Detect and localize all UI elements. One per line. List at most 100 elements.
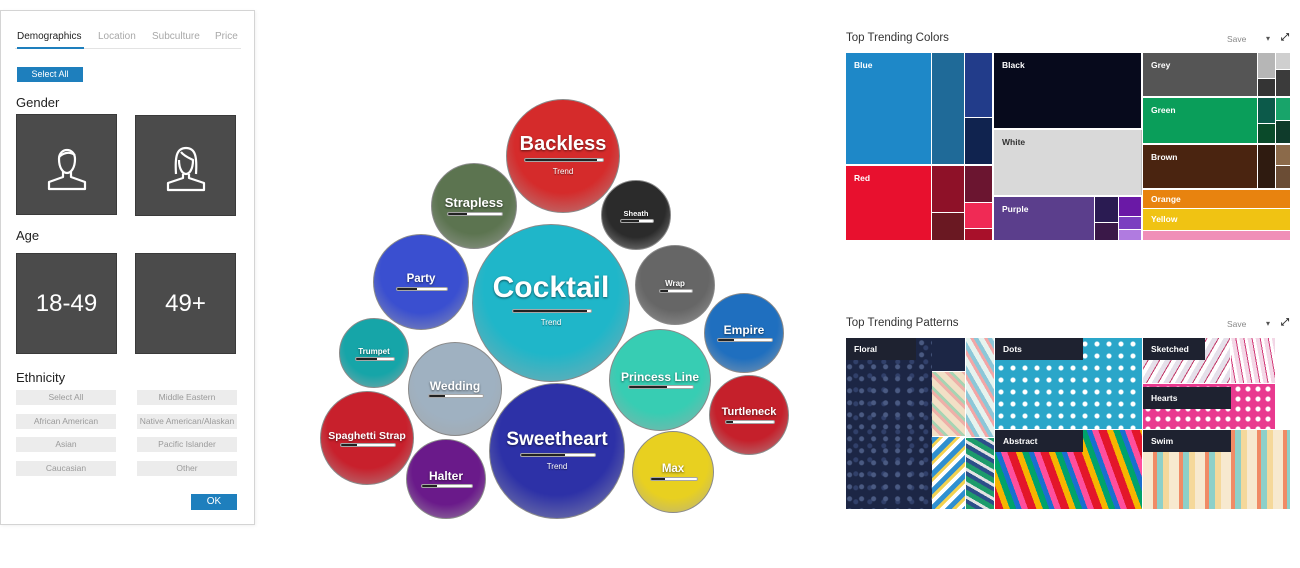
color-swatch [1119,217,1141,229]
color-swatch [965,53,992,117]
ethnicity-option[interactable]: Asian [16,437,116,452]
ok-button[interactable]: OK [191,494,237,510]
bubble-backless[interactable]: Backless Trend [506,99,620,213]
bubble-halter[interactable]: Halter [406,439,486,519]
age-option-18-49[interactable]: 18-49 [16,253,117,354]
bubble-cocktail[interactable]: Cocktail Trend [472,224,630,382]
trend-bar [650,477,698,482]
bubble-sublabel: Trend [546,461,568,471]
color-label: Blue [854,60,873,70]
ethnicity-title: Ethnicity [16,370,66,385]
pattern-swatch [966,438,994,509]
color-swatch [1095,197,1118,222]
gender-male-option[interactable] [16,114,117,215]
gender-title: Gender [16,95,60,110]
expand-icon[interactable]: ⤢ [1281,317,1289,328]
bubble-party[interactable]: Party [373,234,469,330]
color-swatch [932,53,964,164]
color-cell-grey[interactable]: Grey [1143,53,1257,96]
ethnicity-option[interactable]: Pacific Islander [137,437,237,452]
pattern-cell-hearts[interactable]: Hearts [1143,384,1275,429]
color-swatch [1258,145,1275,188]
ethnicity-option[interactable]: Native American/Alaskan [137,414,237,429]
chevron-down-icon[interactable]: ▾ [1266,34,1270,43]
pattern-label: Hearts [1143,387,1231,409]
color-swatch [1141,130,1142,195]
ethnicity-option[interactable]: Select All [16,390,116,405]
color-swatch [1258,124,1275,143]
trend-bar [524,158,604,162]
color-label: Red [854,173,871,183]
bubble-strapless[interactable]: Strapless [431,163,517,249]
bubble-max[interactable]: Max [632,431,714,513]
trend-bar-fill [341,443,358,446]
bubble-wrap[interactable]: Wrap [635,245,715,325]
pattern-cell-dots[interactable]: Dots [995,338,1142,429]
color-swatch [1258,53,1275,78]
color-cell-purple[interactable]: Purple [994,197,1094,240]
chevron-down-icon[interactable]: ▾ [1266,319,1270,328]
color-cell-black[interactable]: Black [994,53,1141,128]
trend-bar [725,419,775,424]
color-cell-yellow[interactable]: Yellow [1143,209,1290,230]
trend-bar-fill [422,485,437,488]
color-cell-green[interactable]: Green [1143,98,1257,143]
bubble-label: Princess Line [620,370,700,385]
pattern-cell-sketched[interactable]: Sketched [1143,338,1230,383]
ethnicity-option[interactable]: African American [16,414,116,429]
tab-price[interactable]: Price [215,31,238,42]
pattern-label: Dots [995,338,1083,360]
color-swatch [1276,98,1290,120]
trend-bar [428,394,484,399]
color-label: Brown [1151,152,1178,162]
trend-bar-fill [651,478,665,481]
pattern-cell-swim[interactable]: Swim [1143,430,1290,509]
trend-bar-fill [726,420,734,423]
color-swatch [1258,79,1275,96]
expand-icon[interactable]: ⤢ [1281,32,1289,43]
color-swatch [965,118,992,164]
tab-subculture[interactable]: Subculture [152,31,200,42]
active-tab-indicator [17,47,84,49]
bubble-label: Turtleneck [721,406,777,419]
bubble-trumpet[interactable]: Trumpet [339,318,409,388]
bubble-turtleneck[interactable]: Turtleneck [709,375,789,455]
color-swatch [1276,53,1290,69]
bubble-spaghetti-strap[interactable]: Spaghetti Strap [320,391,414,485]
bubble-label: Wrap [665,278,685,288]
ethnicity-option[interactable]: Middle Eastern [137,390,237,405]
bubble-wedding[interactable]: Wedding [408,342,502,436]
trend-bar [447,211,503,216]
pattern-label: Floral [846,338,916,360]
color-cell-blue[interactable]: Blue [846,53,931,164]
ethnicity-option[interactable]: Other [137,461,237,476]
tab-demographics[interactable]: Demographics [17,31,81,42]
color-cell-white[interactable]: White [994,130,1141,195]
female-icon [166,146,205,191]
color-cell-brown[interactable]: Brown [1143,145,1257,188]
trend-bar-fill [513,309,588,312]
gender-female-option[interactable] [135,115,236,216]
age-option-label: 49+ [165,289,206,317]
pattern-cell-floral[interactable]: Floral [846,338,932,509]
colors-save-button[interactable]: Save [1227,34,1246,44]
bubble-label: Trumpet [358,346,390,356]
color-swatch [1119,197,1141,216]
pattern-label: Sketched [1143,338,1205,360]
color-cell-red[interactable]: Red [846,166,931,240]
color-label: Black [1002,60,1025,70]
trend-bar-fill [621,219,639,222]
patterns-save-button[interactable]: Save [1227,319,1246,329]
bubble-princess-line[interactable]: Princess Line [609,329,711,431]
bubble-empire[interactable]: Empire [704,293,784,373]
bubble-label: Max [661,462,685,475]
age-option-49-plus[interactable]: 49+ [135,253,236,354]
tab-location[interactable]: Location [98,31,136,42]
bubble-sweetheart[interactable]: Sweetheart Trend [489,383,625,519]
select-all-button[interactable]: Select All [17,67,83,82]
bubble-sheath[interactable]: Sheath [601,180,671,250]
color-cell-orange[interactable]: Orange [1143,190,1290,208]
ethnicity-option[interactable]: Caucasian [16,461,116,476]
pattern-swatch [932,437,965,509]
pattern-cell-abstract[interactable]: Abstract [995,430,1142,509]
